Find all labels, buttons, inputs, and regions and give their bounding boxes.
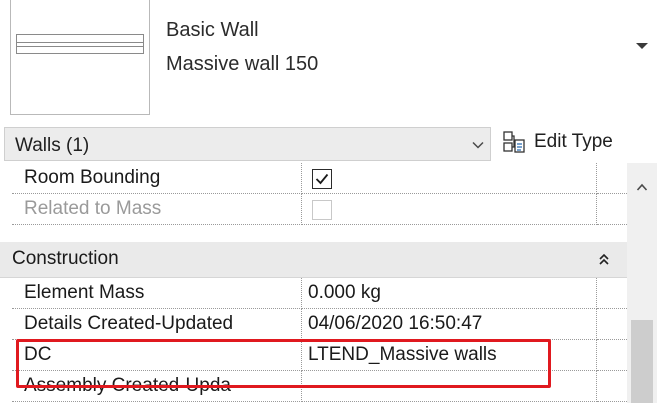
wall-preview-icon xyxy=(16,34,144,54)
type-family-label: Basic Wall xyxy=(166,19,259,41)
group-header-construction[interactable]: Construction xyxy=(0,242,627,278)
property-name: Assembly Created-Upda xyxy=(12,371,302,402)
property-row-element-mass[interactable]: Element Mass 0.000 kg xyxy=(0,278,627,309)
related-to-mass-checkbox xyxy=(312,200,332,220)
collapse-group-icon[interactable] xyxy=(597,252,611,268)
property-value[interactable] xyxy=(302,371,597,402)
properties-grid: Room Bounding Related to Mass Constructi… xyxy=(0,163,627,403)
edit-type-icon xyxy=(503,131,525,153)
vertical-scrollbar[interactable] xyxy=(627,163,657,403)
property-value[interactable]: 0.000 kg xyxy=(302,278,597,309)
edit-type-label: Edit Type xyxy=(534,131,613,152)
property-row-room-bounding[interactable]: Room Bounding xyxy=(0,163,627,194)
instance-filter-row: Walls (1) Edit Type xyxy=(0,121,657,163)
scrollbar-thumb[interactable] xyxy=(631,320,653,403)
property-row-related-to-mass: Related to Mass xyxy=(0,194,627,225)
type-preview-thumbnail xyxy=(10,0,150,115)
property-name: Related to Mass xyxy=(12,194,302,225)
checkmark-icon xyxy=(315,173,329,185)
instance-filter-label: Walls (1) xyxy=(15,135,90,156)
property-value xyxy=(302,163,597,194)
edit-type-button[interactable]: Edit Type xyxy=(500,123,655,161)
property-name: Details Created-Updated xyxy=(12,309,302,340)
type-selector[interactable]: Basic Wall Massive wall 150 xyxy=(0,0,657,120)
property-value[interactable]: LTEND_Massive walls xyxy=(302,340,597,371)
property-name: Element Mass xyxy=(12,278,302,309)
property-extra-cell xyxy=(597,371,627,402)
instance-filter-dropdown[interactable]: Walls (1) xyxy=(4,127,491,161)
property-row-details-created-updated[interactable]: Details Created-Updated 04/06/2020 16:50… xyxy=(0,309,627,340)
property-extra-cell xyxy=(597,278,627,309)
property-name: DC xyxy=(12,340,302,371)
property-value[interactable]: 04/06/2020 16:50:47 xyxy=(302,309,597,340)
scroll-up-icon[interactable] xyxy=(636,179,648,191)
room-bounding-checkbox[interactable] xyxy=(312,169,332,189)
type-name-label: Massive wall 150 xyxy=(166,53,319,75)
property-extra-cell xyxy=(597,340,627,371)
group-label: Construction xyxy=(12,248,119,269)
type-dropdown-arrow-icon[interactable] xyxy=(632,35,652,55)
property-extra-cell xyxy=(597,309,627,340)
property-row-dc[interactable]: DC LTEND_Massive walls xyxy=(0,340,627,371)
property-value xyxy=(302,194,597,225)
chevron-down-icon xyxy=(471,138,485,152)
property-name: Room Bounding xyxy=(12,163,302,194)
property-row-assembly-created-updated[interactable]: Assembly Created-Upda xyxy=(0,371,627,402)
property-extra-cell xyxy=(597,194,627,225)
property-extra-cell xyxy=(597,163,627,194)
